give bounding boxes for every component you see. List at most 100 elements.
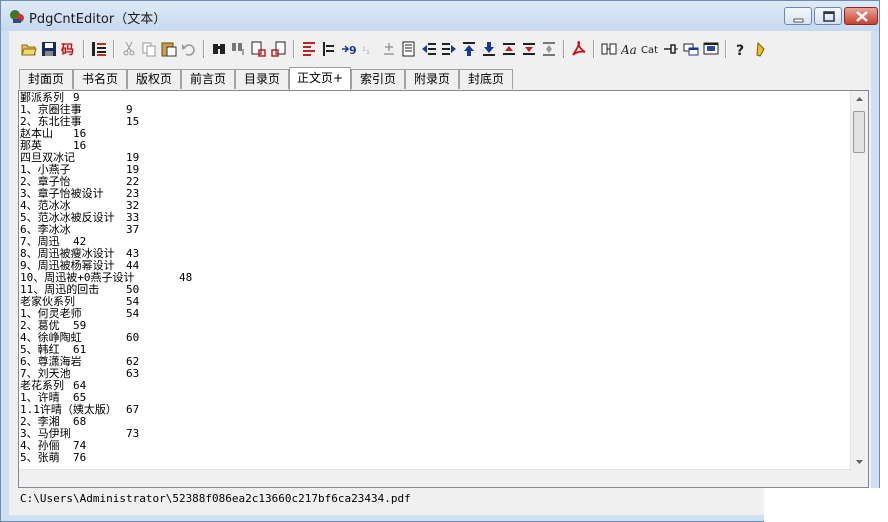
find-page-icon[interactable] [249, 38, 269, 60]
pin-icon[interactable] [661, 38, 681, 60]
svg-text:9: 9 [349, 44, 357, 57]
window-icon[interactable] [681, 38, 701, 60]
content-line[interactable]: 那英 16 [20, 140, 850, 152]
codepage-icon[interactable]: 码 [59, 38, 79, 60]
scroll-corner [851, 470, 868, 487]
content-line[interactable]: 2、章子怡 22 [20, 176, 850, 188]
paste-icon[interactable] [159, 38, 179, 60]
screen-icon[interactable] [701, 38, 721, 60]
horizontal-scrollbar[interactable] [19, 469, 851, 487]
tab-back-cover[interactable]: 封底页 [459, 69, 513, 89]
content-line[interactable]: 5、韩红 61 [20, 344, 850, 356]
open-folder-icon[interactable] [19, 38, 39, 60]
page-icon[interactable] [399, 38, 419, 60]
content-line[interactable]: 1、小燕子 19 [20, 164, 850, 176]
svg-text:?: ? [736, 43, 744, 57]
move-bottom-icon[interactable] [479, 38, 499, 60]
content-line[interactable]: 老家伙系列 54 [20, 296, 850, 308]
content-line[interactable]: 11、周迅的回击 50 [20, 284, 850, 296]
file-path: C:\Users\Administrator\52388f086ea2c1366… [20, 492, 411, 505]
content-line[interactable]: 2、东北往事 15 [20, 116, 850, 128]
content-line[interactable]: 8、周迅被瘦冰设计 43 [20, 248, 850, 260]
tab-contents[interactable]: 目录页 [235, 69, 289, 89]
content-line[interactable]: 7、周迅 42 [20, 236, 850, 248]
minimize-button[interactable] [784, 7, 812, 25]
content-line[interactable]: 3、章子怡被设计 23 [20, 188, 850, 200]
content-line[interactable]: 2、李湘 68 [20, 416, 850, 428]
content-line[interactable]: 1、京圈往事 9 [20, 104, 850, 116]
move-top-icon[interactable] [459, 38, 479, 60]
scroll-up-icon[interactable] [851, 91, 868, 108]
tab-copyright[interactable]: 版权页 [127, 69, 181, 89]
svg-text:Aa: Aa [621, 43, 637, 57]
grey-number-icon[interactable]: ¹₁ [359, 38, 379, 60]
content-line[interactable]: 赵本山 16 [20, 128, 850, 140]
outdent-icon[interactable] [419, 38, 439, 60]
cut-icon[interactable] [119, 38, 139, 60]
title-bar[interactable]: PdgCntEditor（文本） [1, 1, 879, 31]
undo-icon[interactable] [179, 38, 199, 60]
copy-icon[interactable] [139, 38, 159, 60]
app-icon [10, 10, 24, 23]
content-line[interactable]: 5、范冰冰被反设计 33 [20, 212, 850, 224]
maximize-icon [823, 11, 835, 22]
editor-content[interactable]: 鄞派系列 9 1、京圈往事 9 2、东北往事 15 赵本山 16 那英 16 四旦双冰记 … [20, 92, 850, 464]
content-line[interactable]: 四旦双冰记 19 [20, 152, 850, 164]
content-line[interactable]: 鄞派系列 9 [20, 92, 850, 104]
tab-body[interactable]: 正文页+ [289, 67, 351, 90]
help-icon[interactable]: ? [731, 38, 751, 60]
content-line[interactable]: 老花系列 64 [20, 380, 850, 392]
pencil-icon[interactable] [751, 38, 771, 60]
outline-icon[interactable] [89, 38, 109, 60]
scroll-down-icon[interactable] [851, 453, 868, 470]
svg-text:¹₁: ¹₁ [362, 46, 370, 57]
tab-title-page[interactable]: 书名页 [73, 69, 127, 89]
content-line[interactable]: 5、张萌 76 [20, 452, 850, 464]
expand-icon[interactable] [539, 38, 559, 60]
content-line[interactable]: 6、尊潇海岩 62 [20, 356, 850, 368]
move-down-icon[interactable] [519, 38, 539, 60]
minimize-icon [793, 18, 804, 23]
indent-icon[interactable] [319, 38, 339, 60]
font-icon[interactable]: Aa [619, 38, 639, 60]
status-bar: C:\Users\Administrator\52388f086ea2c1366… [18, 489, 765, 509]
desktop-background [764, 488, 888, 522]
content-line[interactable]: 6、李冰冰 37 [20, 224, 850, 236]
replace-page-icon[interactable] [269, 38, 289, 60]
content-line[interactable]: 7、刘天池 63 [20, 368, 850, 380]
content-line[interactable]: 3、马伊琍 73 [20, 428, 850, 440]
content-line[interactable]: 1.1许晴（姨太版） 67 [20, 404, 850, 416]
content-line[interactable]: 4、范冰冰 32 [20, 200, 850, 212]
replace-icon[interactable] [229, 38, 249, 60]
content-line[interactable]: 10、周迅被+0燕子设计 48 [20, 272, 850, 284]
page-number-icon[interactable]: 9 [339, 38, 359, 60]
content-line[interactable]: 2、葛优 59 [20, 320, 850, 332]
close-button[interactable] [844, 7, 878, 25]
content-line[interactable]: 1、许晴 65 [20, 392, 850, 404]
close-icon [856, 11, 868, 22]
window-title: PdgCntEditor（文本） [29, 12, 167, 27]
save-icon[interactable] [39, 38, 59, 60]
app-window: PdgCntEditor（文本） 码 9 ¹₁ Aa Cat ? 封面页 书名页… [0, 0, 880, 522]
columns-icon[interactable] [599, 38, 619, 60]
tab-index[interactable]: 索引页 [351, 69, 405, 89]
svg-text:Cat: Cat [641, 45, 658, 56]
vertical-scrollbar[interactable] [850, 91, 868, 470]
content-line[interactable]: 1、何灵老师 54 [20, 308, 850, 320]
content-line[interactable]: 4、徐峥陶虹 60 [20, 332, 850, 344]
acrobat-icon[interactable] [569, 38, 589, 60]
align-left-icon[interactable] [299, 38, 319, 60]
indent-more-icon[interactable] [439, 38, 459, 60]
tab-appendix[interactable]: 附录页 [405, 69, 459, 89]
text-editor[interactable]: 鄞派系列 9 1、京圈往事 9 2、东北往事 15 赵本山 16 那英 16 四旦双冰记 … [18, 90, 869, 488]
maximize-button[interactable] [814, 7, 842, 25]
scroll-thumb[interactable] [853, 111, 865, 153]
tab-cover[interactable]: 封面页 [19, 69, 73, 89]
plusminus-icon[interactable] [379, 38, 399, 60]
cat-icon[interactable]: Cat [639, 38, 659, 60]
move-up-icon[interactable] [499, 38, 519, 60]
tab-preface[interactable]: 前言页 [181, 69, 235, 89]
svg-text:码: 码 [61, 43, 74, 57]
find-icon[interactable] [209, 38, 229, 60]
content-line[interactable]: 4、孙俪 74 [20, 440, 850, 452]
